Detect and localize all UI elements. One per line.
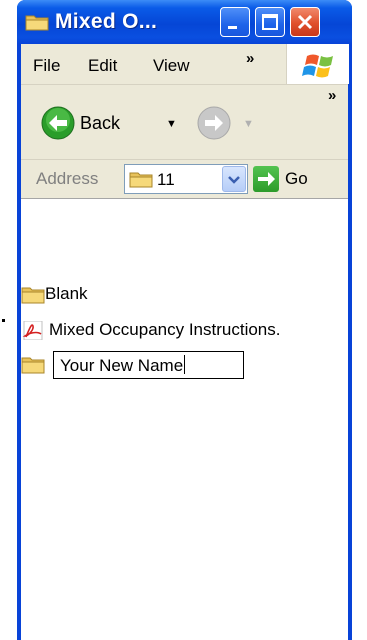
stray-mark bbox=[2, 319, 5, 322]
windows-flag-icon bbox=[302, 54, 333, 78]
toolbar-overflow-chevron[interactable]: » bbox=[328, 87, 336, 104]
window-client: File Edit View » Back ▼ ▼ » Address 11 G… bbox=[21, 44, 349, 640]
menu-bar: File Edit View » bbox=[21, 44, 349, 85]
close-button[interactable] bbox=[290, 7, 320, 37]
address-dropdown-button[interactable] bbox=[222, 166, 246, 192]
forward-arrow-icon[interactable] bbox=[197, 106, 231, 140]
back-arrow-icon[interactable] bbox=[41, 106, 75, 140]
toolbar: Back ▼ ▼ » bbox=[21, 85, 348, 160]
menu-view[interactable]: View bbox=[153, 56, 190, 76]
pdf-icon bbox=[22, 321, 43, 340]
file-name[interactable]: Mixed Occupancy Instructions. bbox=[49, 320, 280, 340]
menu-overflow-chevron[interactable]: » bbox=[246, 50, 254, 67]
folder-icon bbox=[21, 357, 45, 374]
menu-file[interactable]: File bbox=[33, 56, 60, 76]
file-name[interactable]: Blank bbox=[45, 284, 88, 304]
folder-icon bbox=[21, 287, 45, 304]
address-bar: Address 11 Go bbox=[21, 160, 348, 199]
forward-dropdown-icon: ▼ bbox=[243, 118, 254, 130]
minimize-icon bbox=[228, 26, 237, 29]
windows-logo bbox=[286, 44, 349, 84]
go-button[interactable] bbox=[253, 166, 279, 192]
address-label: Address bbox=[36, 169, 99, 188]
go-label[interactable]: Go bbox=[285, 169, 308, 189]
go-arrow-icon bbox=[258, 172, 275, 186]
menu-edit[interactable]: Edit bbox=[88, 56, 117, 76]
file-list[interactable]: Blank Mixed Occupancy Instructions. Your… bbox=[21, 199, 348, 640]
window-title: Mixed O... bbox=[55, 10, 158, 33]
text-cursor bbox=[184, 355, 186, 374]
address-combobox[interactable]: 11 bbox=[124, 164, 248, 194]
explorer-window: Mixed O... File Edit View » Back ▼ ▼ » A… bbox=[17, 0, 352, 640]
address-value[interactable]: 11 bbox=[157, 170, 175, 190]
close-icon bbox=[297, 14, 313, 30]
folder-icon bbox=[25, 15, 49, 31]
back-button-label[interactable]: Back bbox=[80, 113, 120, 134]
minimize-button[interactable] bbox=[220, 7, 250, 37]
title-bar[interactable]: Mixed O... bbox=[17, 0, 352, 44]
maximize-icon bbox=[262, 14, 278, 30]
maximize-button[interactable] bbox=[255, 7, 285, 37]
chevron-down-icon bbox=[228, 176, 240, 184]
folder-icon bbox=[129, 172, 153, 188]
back-dropdown-icon[interactable]: ▼ bbox=[166, 118, 177, 130]
rename-input[interactable]: Your New Name bbox=[53, 351, 244, 379]
rename-text[interactable]: Your New Name bbox=[60, 355, 186, 376]
